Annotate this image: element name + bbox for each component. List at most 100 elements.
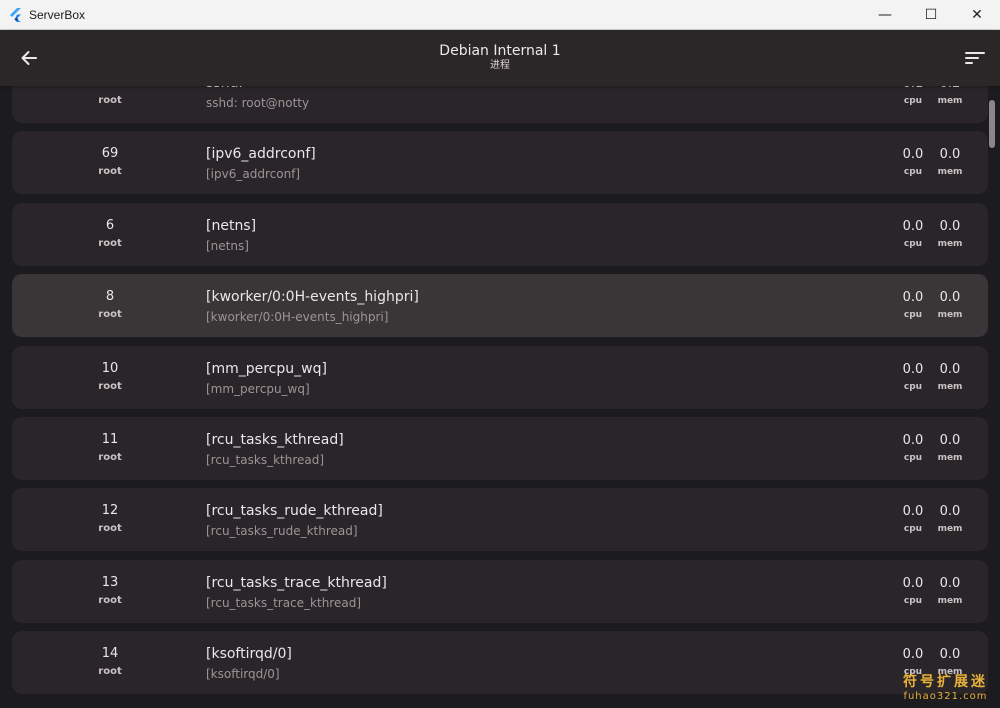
pid-column: 10 root — [60, 360, 160, 394]
process-full-command: [kworker/0:0H-events_highpri] — [206, 310, 389, 325]
window-controls: — ☐ ✕ — [862, 0, 1000, 30]
sort-button[interactable] — [960, 43, 990, 73]
process-pid: 11 — [101, 431, 119, 447]
command-column: [kworker/0:0H-events_highpri] [kworker/0… — [206, 288, 846, 325]
process-list-viewport[interactable]: 115039 root sshd: sshd: root@notty 0.1 c… — [0, 86, 1000, 708]
cpu-value: 0.0 — [902, 432, 924, 448]
cpu-label: cpu — [903, 310, 923, 321]
cpu-label: cpu — [903, 595, 923, 606]
minimize-button[interactable]: — — [862, 0, 908, 30]
mem-label: mem — [937, 595, 963, 606]
cpu-value: 0.0 — [902, 290, 924, 306]
back-button[interactable] — [14, 43, 44, 73]
process-full-command: [mm_percpu_wq] — [206, 381, 310, 396]
minimize-icon: — — [878, 7, 892, 23]
process-pid: 13 — [101, 574, 119, 590]
mem-label: mem — [937, 96, 963, 106]
process-row[interactable]: 115039 root sshd: sshd: root@notty 0.1 c… — [12, 86, 988, 123]
pid-column: 13 root — [60, 574, 160, 608]
mem-stat: 0.0 mem — [930, 504, 970, 536]
process-user: root — [98, 95, 122, 106]
process-full-command: [rcu_tasks_kthread] — [206, 452, 325, 467]
cpu-label: cpu — [903, 524, 923, 535]
cpu-value: 0.0 — [902, 361, 924, 377]
mem-stat: 0.0 mem — [930, 147, 970, 179]
pid-column: 8 root — [60, 288, 160, 322]
process-command: [kworker/0:0H-events_highpri] — [206, 289, 419, 306]
process-row[interactable]: 11 root [rcu_tasks_kthread] [rcu_tasks_k… — [12, 416, 988, 480]
process-user: root — [98, 451, 122, 463]
cpu-value: 0.0 — [902, 218, 924, 234]
pid-column: 69 root — [60, 145, 160, 179]
mem-value: 0.0 — [939, 575, 961, 591]
process-user: root — [98, 237, 122, 249]
watermark-text: 符号扩展迷 — [903, 674, 988, 690]
process-row[interactable]: 69 root [ipv6_addrconf] [ipv6_addrconf] … — [12, 131, 988, 195]
process-pid: 115039 — [60, 86, 160, 92]
window-title-bar: ServerBox — ☐ ✕ — [0, 0, 1000, 30]
cpu-stat: 0.0 cpu — [893, 290, 933, 322]
cpu-stat: 0.0 cpu — [893, 362, 933, 394]
maximize-button[interactable]: ☐ — [908, 0, 954, 30]
maximize-icon: ☐ — [924, 7, 938, 23]
command-column: [rcu_tasks_trace_kthread] [rcu_tasks_tra… — [206, 574, 846, 611]
mem-value: 0.0 — [939, 147, 961, 163]
close-icon: ✕ — [971, 7, 983, 23]
command-column: sshd: sshd: root@notty — [206, 86, 846, 111]
process-command: [netns] — [206, 217, 257, 234]
command-column: [ksoftirqd/0] [ksoftirqd/0] — [206, 645, 846, 682]
process-user: root — [98, 666, 122, 678]
cpu-value: 0.0 — [902, 575, 924, 591]
mem-value: 0.0 — [939, 361, 961, 377]
cpu-value: 0.0 — [902, 147, 924, 163]
mem-value: 0.0 — [939, 647, 961, 663]
mem-label: mem — [937, 310, 963, 321]
process-command: [rcu_tasks_kthread] — [206, 431, 344, 448]
process-user: root — [98, 309, 122, 321]
mem-value: 0.0 — [939, 504, 961, 520]
pid-column: 115039 root — [60, 86, 160, 108]
process-row[interactable]: 6 root [netns] [netns] 0.0 cpu 0.0 mem — [12, 202, 988, 266]
process-row[interactable]: 14 root [ksoftirqd/0] [ksoftirqd/0] 0.0 … — [12, 631, 988, 695]
pid-column: 12 root — [60, 502, 160, 536]
process-row[interactable]: 12 root [rcu_tasks_rude_kthread] [rcu_ta… — [12, 488, 988, 552]
mem-stat: 0.0 mem — [930, 576, 970, 608]
cpu-stat: 0.0 cpu — [893, 147, 933, 179]
watermark-url: fuhao321.com — [903, 691, 988, 702]
mem-value: 0.0 — [939, 290, 961, 306]
mem-value: 0.0 — [939, 432, 961, 448]
mem-label: mem — [937, 524, 963, 535]
page-subtitle: 进程 — [490, 60, 510, 71]
process-full-command: sshd: root@notty — [206, 96, 310, 110]
command-column: [netns] [netns] — [206, 217, 846, 254]
mem-stat: 0.2 mem — [930, 86, 970, 108]
process-full-command: [rcu_tasks_trace_kthread] — [206, 595, 362, 610]
cpu-value: 0.0 — [902, 504, 924, 520]
process-user: root — [98, 594, 122, 606]
cpu-stat: 0.0 cpu — [893, 504, 933, 536]
close-button[interactable]: ✕ — [954, 0, 1000, 30]
pid-column: 14 root — [60, 645, 160, 679]
pid-column: 11 root — [60, 431, 160, 465]
arrow-back-icon — [21, 51, 37, 65]
process-pid: 69 — [101, 146, 119, 162]
mem-stat: 0.0 mem — [930, 433, 970, 465]
app-bar: Debian Internal 1 进程 — [0, 30, 1000, 86]
command-column: [rcu_tasks_kthread] [rcu_tasks_kthread] — [206, 431, 846, 468]
cpu-label: cpu — [903, 96, 923, 106]
scrollbar-thumb[interactable] — [989, 100, 995, 148]
cpu-stat: 0.0 cpu — [893, 576, 933, 608]
process-row[interactable]: 10 root [mm_percpu_wq] [mm_percpu_wq] 0.… — [12, 345, 988, 409]
process-row[interactable]: 8 root [kworker/0:0H-events_highpri] [kw… — [12, 274, 988, 338]
cpu-label: cpu — [903, 167, 923, 178]
app-bar-title-group: Debian Internal 1 进程 — [300, 42, 700, 72]
process-pid: 10 — [101, 360, 119, 376]
process-row[interactable]: 13 root [rcu_tasks_trace_kthread] [rcu_t… — [12, 559, 988, 623]
process-full-command: [ipv6_addrconf] — [206, 167, 301, 182]
process-list: 115039 root sshd: sshd: root@notty 0.1 c… — [12, 86, 988, 703]
mem-stat: 0.0 mem — [930, 290, 970, 322]
process-full-command: [rcu_tasks_rude_kthread] — [206, 524, 358, 539]
cpu-value: 0.1 — [893, 86, 933, 92]
mem-label: mem — [937, 381, 963, 392]
watermark: 符号扩展迷 fuhao321.com — [903, 671, 988, 702]
